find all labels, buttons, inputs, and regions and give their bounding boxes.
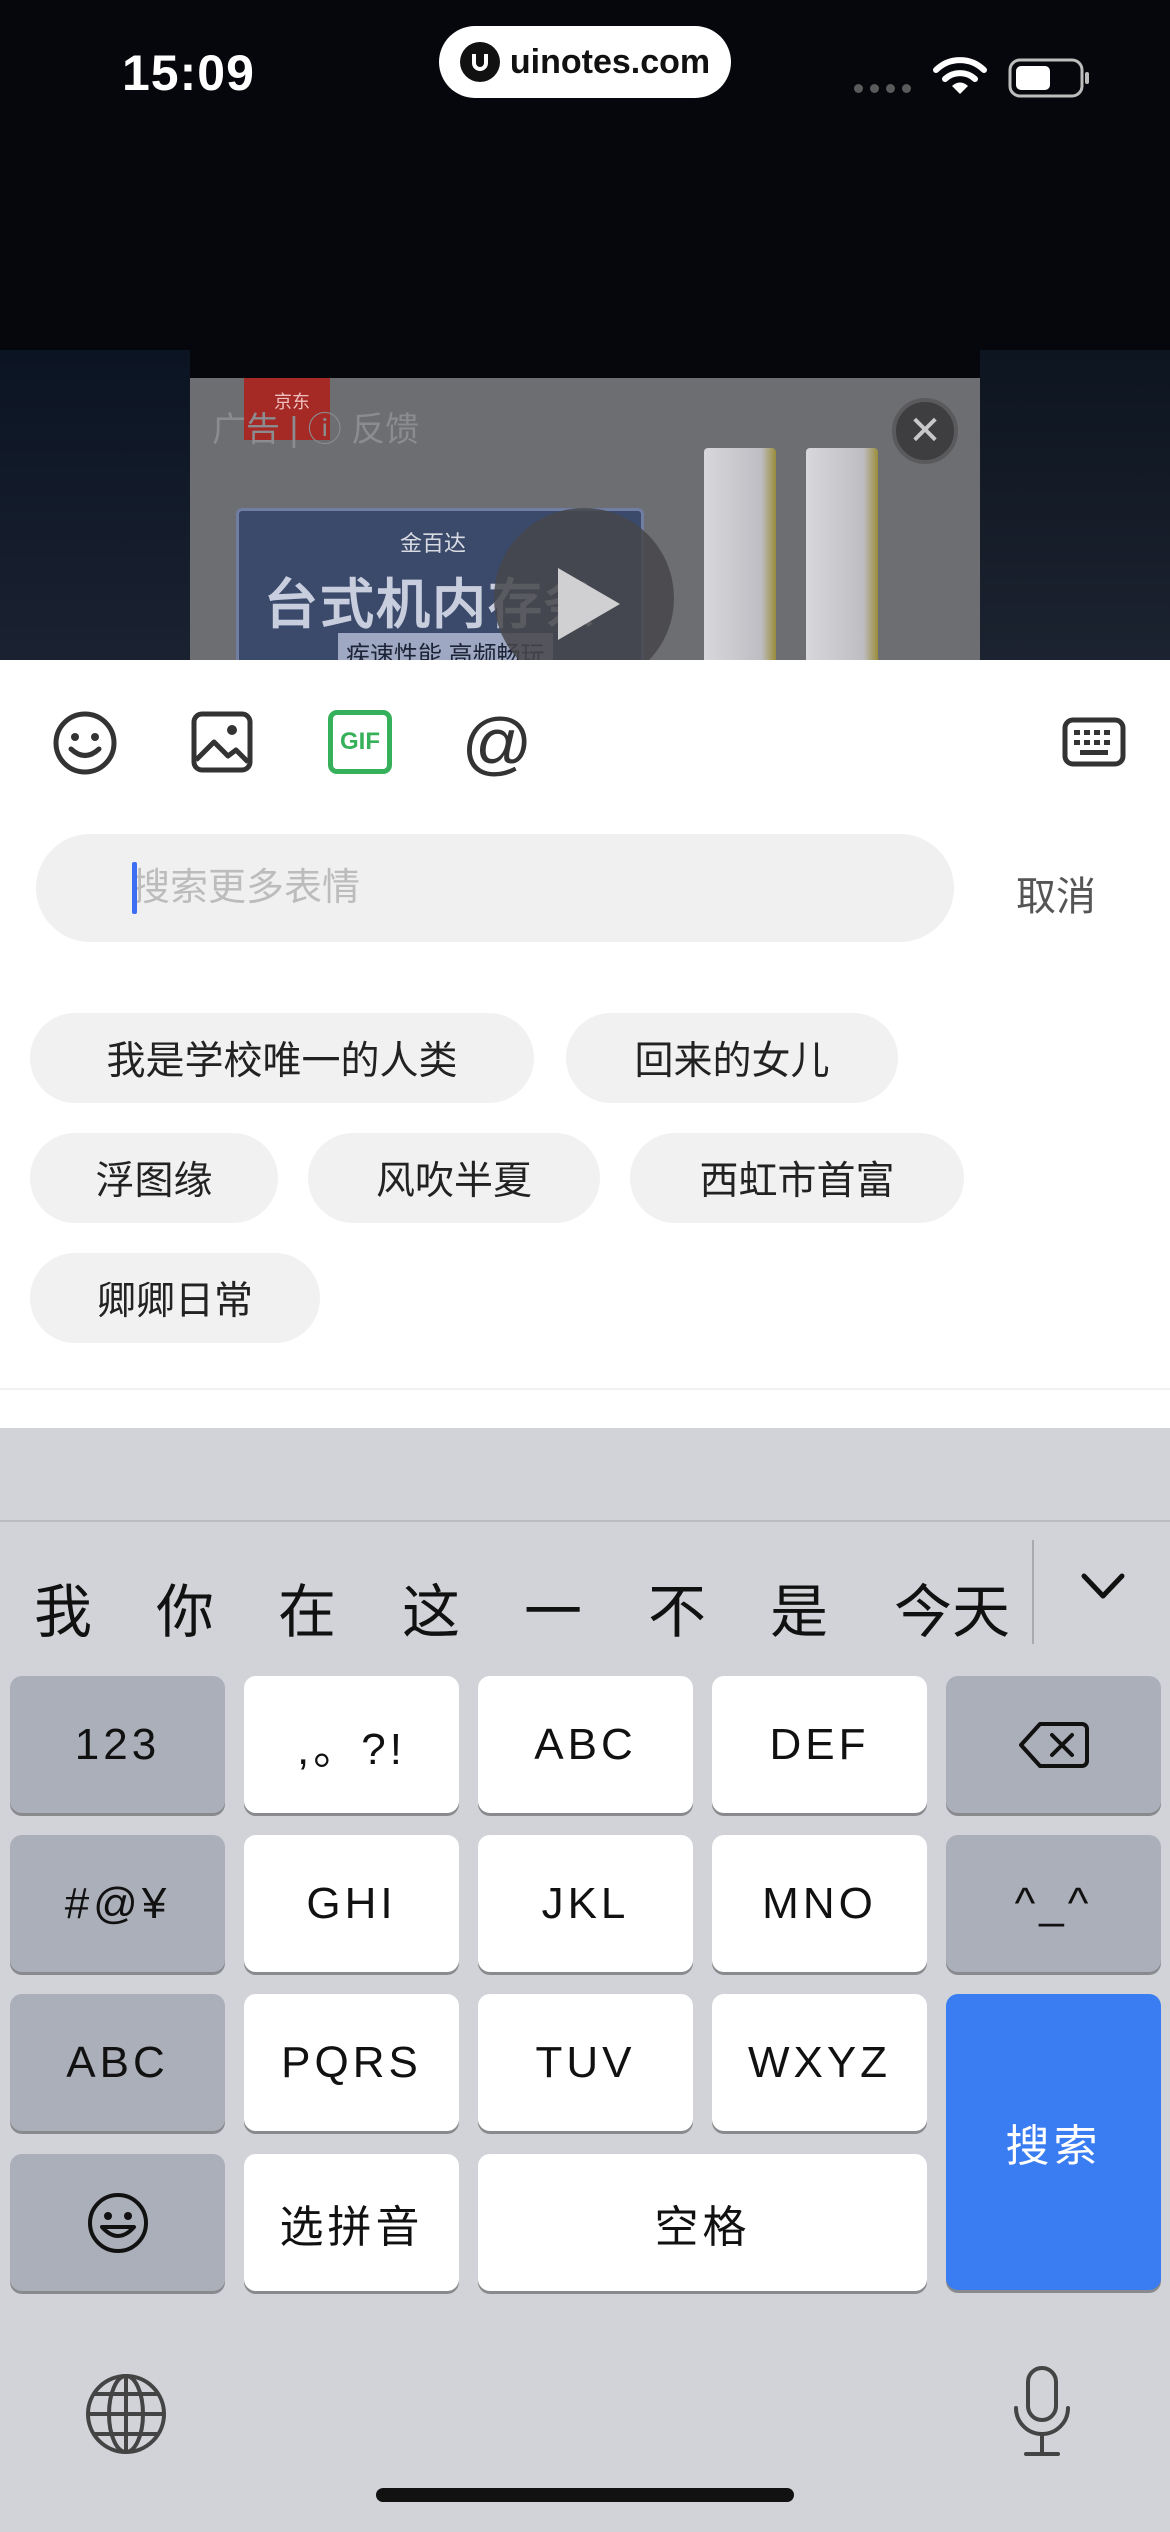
smile-icon[interactable] [52, 710, 118, 776]
keyboard-icon[interactable] [1062, 710, 1126, 774]
suggestion-chip[interactable]: 回来的女儿 [566, 1013, 898, 1103]
search-key[interactable]: 搜索 [946, 1994, 1161, 2290]
panel-divider [0, 1388, 1170, 1390]
keyboard-top-border [0, 1520, 1170, 1522]
key-jkl[interactable]: JKL [478, 1835, 693, 1972]
mention-tab[interactable]: @ [461, 704, 533, 782]
ram-stick-image [704, 448, 776, 660]
candidate-word[interactable]: 一 [524, 1565, 582, 1649]
smile-icon [87, 2192, 148, 2253]
wifi-icon [933, 57, 987, 94]
cancel-button[interactable]: 取消 [1016, 864, 1096, 922]
space-key[interactable]: 空格 [478, 2154, 927, 2291]
at-icon: @ [461, 704, 533, 782]
key-ghi[interactable]: GHI [244, 1835, 459, 1972]
cellular-signal-icon [854, 84, 911, 93]
ram-stick-image [806, 448, 878, 660]
video-frame-right [980, 350, 1170, 660]
suggestion-chip[interactable]: 我是学校唯一的人类 [30, 1013, 534, 1103]
key-pqrs[interactable]: PQRS [244, 1994, 459, 2131]
emoji-search-input[interactable] [132, 856, 912, 920]
key-abc-switch[interactable]: ABC [10, 1994, 225, 2131]
ad-label: 广告 | ⓘ 反馈 [212, 411, 420, 449]
ad-close-button[interactable]: ✕ [892, 398, 958, 464]
suggestion-chip[interactable]: 西虹市首富 [630, 1133, 964, 1223]
key-123[interactable]: 123 [10, 1676, 225, 1813]
key-def[interactable]: DEF [712, 1676, 927, 1813]
key-abc[interactable]: ABC [478, 1676, 693, 1813]
chevron-down-icon[interactable] [1078, 1568, 1128, 1604]
play-icon [558, 568, 620, 640]
image-icon[interactable] [190, 710, 254, 774]
microphone-icon[interactable] [1006, 2364, 1078, 2460]
delete-key[interactable] [946, 1676, 1161, 1813]
candidate-word[interactable]: 是 [770, 1565, 828, 1649]
candidate-word[interactable]: 我 [34, 1565, 92, 1649]
backspace-icon [1018, 1721, 1089, 1768]
battery-icon [1008, 58, 1089, 98]
emoji-key[interactable] [10, 2154, 225, 2291]
key-punctuation[interactable]: ,。?! [244, 1676, 459, 1813]
status-bar-time: 15:09 [122, 45, 255, 101]
home-indicator [376, 2488, 794, 2502]
text-caret [132, 862, 137, 914]
gif-tab[interactable]: GIF [328, 710, 392, 774]
key-kaomoji[interactable]: ^_^ [946, 1835, 1161, 1972]
globe-icon[interactable] [84, 2372, 168, 2456]
ad-brand: 金百达 [400, 531, 467, 556]
candidate-word[interactable]: 在 [278, 1565, 336, 1649]
ad-banner[interactable]: 京东 广告 | ⓘ 反馈 金百达 台式机内存条 疾速性能 高频畅玩 [190, 378, 980, 660]
suggestion-chip[interactable]: 浮图缘 [30, 1133, 278, 1223]
site-name: uinotes.com [509, 42, 711, 81]
key-wxyz[interactable]: WXYZ [712, 1994, 927, 2131]
suggestion-chip[interactable]: 风吹半夏 [308, 1133, 600, 1223]
candidate-word[interactable]: 今天 [894, 1565, 1010, 1649]
key-mno[interactable]: MNO [712, 1835, 927, 1972]
video-background: 15:09 uinotes.com 京东 广告 | ⓘ 反馈 金百达 台式机内存… [0, 0, 1170, 660]
candidate-word[interactable]: 你 [156, 1565, 214, 1649]
key-select-pinyin[interactable]: 选拼音 [244, 2154, 459, 2291]
candidate-word[interactable]: 不 [648, 1565, 706, 1649]
key-tuv[interactable]: TUV [478, 1994, 693, 2131]
site-watermark: uinotes.com [439, 26, 731, 98]
uinotes-logo-icon [459, 42, 500, 82]
video-frame-left [0, 350, 190, 660]
suggestion-chip[interactable]: 卿卿日常 [30, 1253, 320, 1343]
key-symbols[interactable]: #@¥ [10, 1835, 225, 1972]
candidate-word[interactable]: 这 [402, 1565, 460, 1649]
gif-label: GIF [340, 728, 380, 755]
candidate-separator [1032, 1540, 1034, 1644]
